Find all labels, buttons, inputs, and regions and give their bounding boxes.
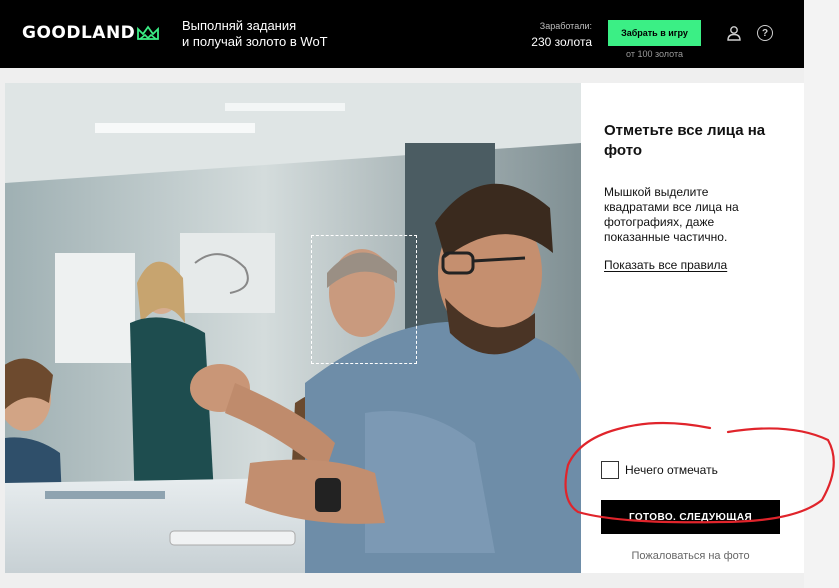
- tagline: Выполняй задания и получай золото в WoT: [182, 18, 328, 50]
- tagline-line-2: и получай золото в WoT: [182, 34, 328, 49]
- crown-icon: [137, 25, 160, 40]
- goodland-logo[interactable]: GOODLAND: [22, 22, 160, 44]
- user-icon[interactable]: [726, 25, 742, 41]
- task-photo[interactable]: [5, 83, 581, 573]
- red-circle-annotation: [564, 421, 835, 524]
- face-selection-box[interactable]: [311, 235, 417, 364]
- task-title: Отметьте все лица на фото: [604, 122, 766, 159]
- earned-label: Заработали:: [539, 21, 592, 31]
- tagline-line-1: Выполняй задания: [182, 18, 297, 33]
- claim-minimum-note: от 100 золота: [626, 49, 683, 59]
- help-icon[interactable]: ?: [757, 25, 773, 41]
- earned-value: 230 золота: [531, 35, 592, 49]
- claim-to-game-button[interactable]: Забрать в игру: [608, 20, 701, 46]
- logo-text: GOODLAND: [22, 23, 136, 43]
- earned-gold: Заработали: 230 золота: [520, 21, 592, 50]
- task-description: Мышкой выделите квадратами все лица на ф…: [604, 185, 739, 244]
- office-meeting-photo: [5, 83, 581, 573]
- top-bar: GOODLAND Выполняй задания и получай золо…: [0, 0, 804, 68]
- report-photo-link[interactable]: Пожаловаться на фото: [601, 550, 780, 562]
- show-rules-link[interactable]: Показать все правила: [604, 258, 727, 272]
